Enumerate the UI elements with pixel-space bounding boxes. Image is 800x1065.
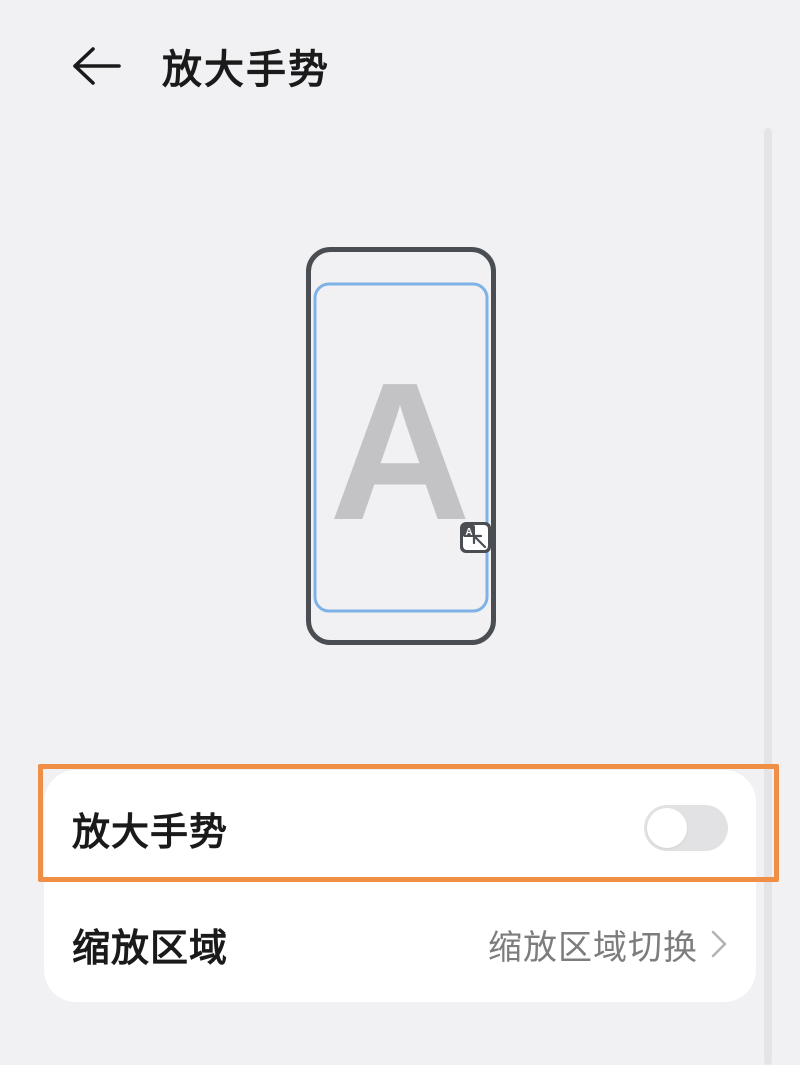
gesture-illustration: A A xyxy=(306,247,496,645)
chevron-right-icon xyxy=(710,929,728,959)
arrow-left-icon xyxy=(73,47,121,85)
magnify-gesture-label: 放大手势 xyxy=(72,809,229,854)
toggle-knob xyxy=(647,808,687,848)
zoom-area-label: 缩放区域 xyxy=(72,925,229,970)
magnify-gesture-toggle[interactable] xyxy=(644,805,728,851)
back-button[interactable] xyxy=(62,36,132,96)
magnification-gesture-settings-page: 放大手势 A A 放大手势 缩放区域 缩放区域切换 xyxy=(0,0,800,1065)
zoom-area-row[interactable]: 缩放区域 缩放区域切换 xyxy=(44,886,756,1002)
page-title: 放大手势 xyxy=(162,47,330,93)
settings-card: 放大手势 缩放区域 缩放区域切换 xyxy=(44,770,756,1002)
magnify-gesture-icon: A xyxy=(460,522,491,553)
badge-letter: A xyxy=(465,527,472,538)
zoom-area-value: 缩放区域切换 xyxy=(488,927,698,968)
illustration-glyph: A xyxy=(329,342,471,561)
scrollbar[interactable] xyxy=(764,128,772,1065)
magnify-gesture-row[interactable]: 放大手势 xyxy=(44,770,756,886)
zoom-area-switch[interactable]: 缩放区域切换 xyxy=(488,920,728,969)
